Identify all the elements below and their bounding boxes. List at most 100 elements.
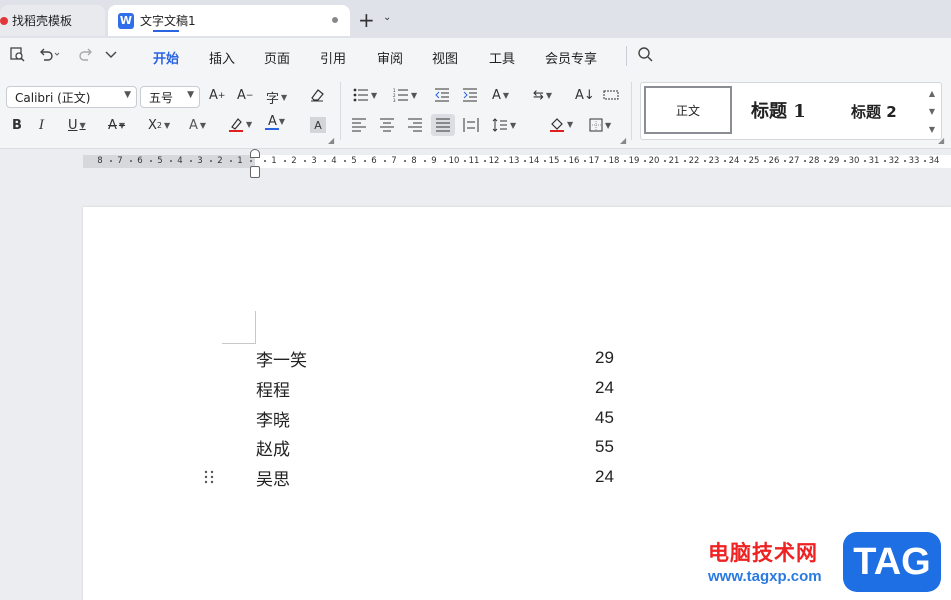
undo-icon[interactable]	[38, 46, 60, 66]
templates-icon	[0, 16, 8, 25]
phonetic-guide-icon[interactable]: 字 ▼	[266, 88, 287, 107]
menu-tools[interactable]: 工具	[489, 48, 515, 67]
ruler-tick-dot	[544, 160, 546, 162]
ruler-tick-label: 5	[351, 156, 357, 166]
line-spacing-icon[interactable]: ▼	[492, 118, 516, 132]
styles-dialog-launcher-icon[interactable]: ◢	[938, 136, 944, 145]
clear-format-icon[interactable]	[309, 88, 325, 102]
style-normal[interactable]: 正文	[644, 86, 732, 134]
style-heading-2[interactable]: 标题 2	[851, 101, 897, 122]
ruler-tick-label: 30	[848, 156, 860, 166]
tab-templates[interactable]: 找稻壳模板	[0, 5, 105, 36]
tab-list-chevron-icon[interactable]: ⌄	[383, 12, 391, 23]
row-value[interactable]: 24	[595, 467, 614, 487]
decrease-indent-icon[interactable]	[434, 88, 450, 102]
font-family-select[interactable]: Calibri (正文) ▼	[6, 86, 137, 108]
unsaved-dot-icon[interactable]	[332, 17, 338, 23]
paragraph-drag-handle-icon[interactable]	[204, 470, 216, 484]
ruler-tick-label: 12	[488, 156, 500, 166]
ribbon-divider	[631, 82, 632, 140]
ruler-tick-dot	[564, 160, 566, 162]
ruler-tick-label: 1	[271, 156, 277, 166]
ruler-tick-label: 1	[237, 156, 243, 166]
bullet-list-icon[interactable]: ▼	[353, 88, 377, 102]
shrink-font-icon[interactable]: A −	[237, 88, 253, 103]
styles-scroll-down-icon[interactable]: ▼	[929, 107, 935, 116]
row-value[interactable]: 29	[595, 348, 614, 368]
row-name[interactable]: 吴思	[256, 465, 290, 490]
italic-icon[interactable]: I	[39, 118, 44, 133]
ruler-tick-dot	[724, 160, 726, 162]
justify-icon[interactable]	[431, 114, 455, 136]
ruler-tick-dot	[264, 160, 266, 162]
font-dialog-launcher-icon[interactable]: ◢	[328, 136, 334, 145]
show-marks-icon[interactable]	[603, 88, 619, 102]
styles-expand-icon[interactable]: ▼	[929, 125, 935, 134]
ruler-tick-dot	[864, 160, 866, 162]
bold-icon[interactable]: B	[12, 118, 22, 133]
menu-references[interactable]: 引用	[320, 48, 346, 67]
document-page[interactable]	[83, 207, 951, 600]
tab-document-label: 文字文稿1	[140, 14, 196, 28]
ruler-tick-dot	[844, 160, 846, 162]
align-left-icon[interactable]	[351, 118, 367, 132]
grow-font-icon[interactable]: A +	[209, 88, 225, 103]
first-line-indent-handle[interactable]	[250, 149, 260, 158]
styles-scroll-up-icon[interactable]: ▲	[929, 89, 935, 98]
quick-access-more-icon[interactable]	[104, 46, 118, 66]
menu-page[interactable]: 页面	[264, 48, 290, 67]
menu-insert[interactable]: 插入	[209, 48, 235, 67]
align-center-icon[interactable]	[379, 118, 395, 132]
distributed-align-icon[interactable]	[463, 118, 479, 132]
menu-home[interactable]: 开始	[153, 48, 179, 67]
highlight-icon[interactable]: ▼	[228, 116, 252, 132]
row-value[interactable]: 55	[595, 437, 614, 457]
ruler-tick-dot	[210, 160, 212, 162]
ruler-tick-dot	[364, 160, 366, 162]
redo-icon[interactable]	[78, 46, 100, 66]
ruler-tick-label: 17	[588, 156, 600, 166]
menu-member[interactable]: 会员专享	[545, 48, 597, 67]
row-value[interactable]: 24	[595, 378, 614, 398]
numbered-list-icon[interactable]: 1 2 3 ▼	[393, 88, 417, 102]
ruler-tick-dot	[804, 160, 806, 162]
increase-indent-icon[interactable]	[462, 88, 478, 102]
ruler-tick-label: 23	[708, 156, 720, 166]
superscript-icon[interactable]: X 2 ▼	[148, 118, 170, 133]
row-name[interactable]: 李晓	[256, 406, 290, 431]
character-direction-icon[interactable]: ⇆ ▼	[533, 88, 552, 103]
style-heading-1[interactable]: 标题 1	[751, 97, 806, 123]
row-name[interactable]: 赵成	[256, 435, 290, 460]
font-color-icon[interactable]: A ▼	[264, 115, 285, 130]
paragraph-shading-icon[interactable]: ▼	[549, 116, 573, 132]
ribbon-divider	[340, 82, 341, 140]
row-name[interactable]: 李一笑	[256, 346, 307, 371]
ruler-tick-dot	[150, 160, 152, 162]
paragraph-dialog-launcher-icon[interactable]: ◢	[620, 136, 626, 145]
ruler-tick-label: 21	[668, 156, 680, 166]
print-preview-icon[interactable]	[9, 46, 25, 66]
new-tab-button[interactable]: +	[358, 8, 375, 32]
left-indent-handle[interactable]	[250, 166, 260, 178]
row-name[interactable]: 程程	[256, 376, 290, 401]
menu-bar: 开始 插入 页面 引用 审阅 视图 工具 会员专享	[0, 38, 951, 74]
search-icon[interactable]	[637, 46, 653, 66]
sort-icon[interactable]: A↓	[575, 88, 595, 103]
tab-document[interactable]: W 文字文稿1	[108, 5, 350, 36]
row-value[interactable]: 45	[595, 408, 614, 428]
font-size-select[interactable]: 五号 ▼	[140, 86, 200, 108]
char-shading-icon[interactable]: A	[310, 117, 326, 133]
ruler-tick-label: 2	[217, 156, 223, 166]
menu-review[interactable]: 审阅	[377, 48, 403, 67]
borders-icon[interactable]: ▼	[589, 118, 611, 132]
strikethrough-icon[interactable]: A ▼	[108, 118, 125, 133]
ruler-tick-label: 20	[648, 156, 660, 166]
underline-icon[interactable]: U ▼	[68, 118, 86, 133]
watermark-text: 电脑技术网	[708, 541, 818, 565]
chevron-down-icon: ▼	[124, 90, 131, 100]
ruler-tick-label: 10	[448, 156, 460, 166]
text-effect-icon[interactable]: A ▼	[189, 118, 206, 133]
menu-view[interactable]: 视图	[432, 48, 458, 67]
align-right-icon[interactable]	[407, 118, 423, 132]
text-direction-icon[interactable]: A ▼	[492, 88, 509, 103]
